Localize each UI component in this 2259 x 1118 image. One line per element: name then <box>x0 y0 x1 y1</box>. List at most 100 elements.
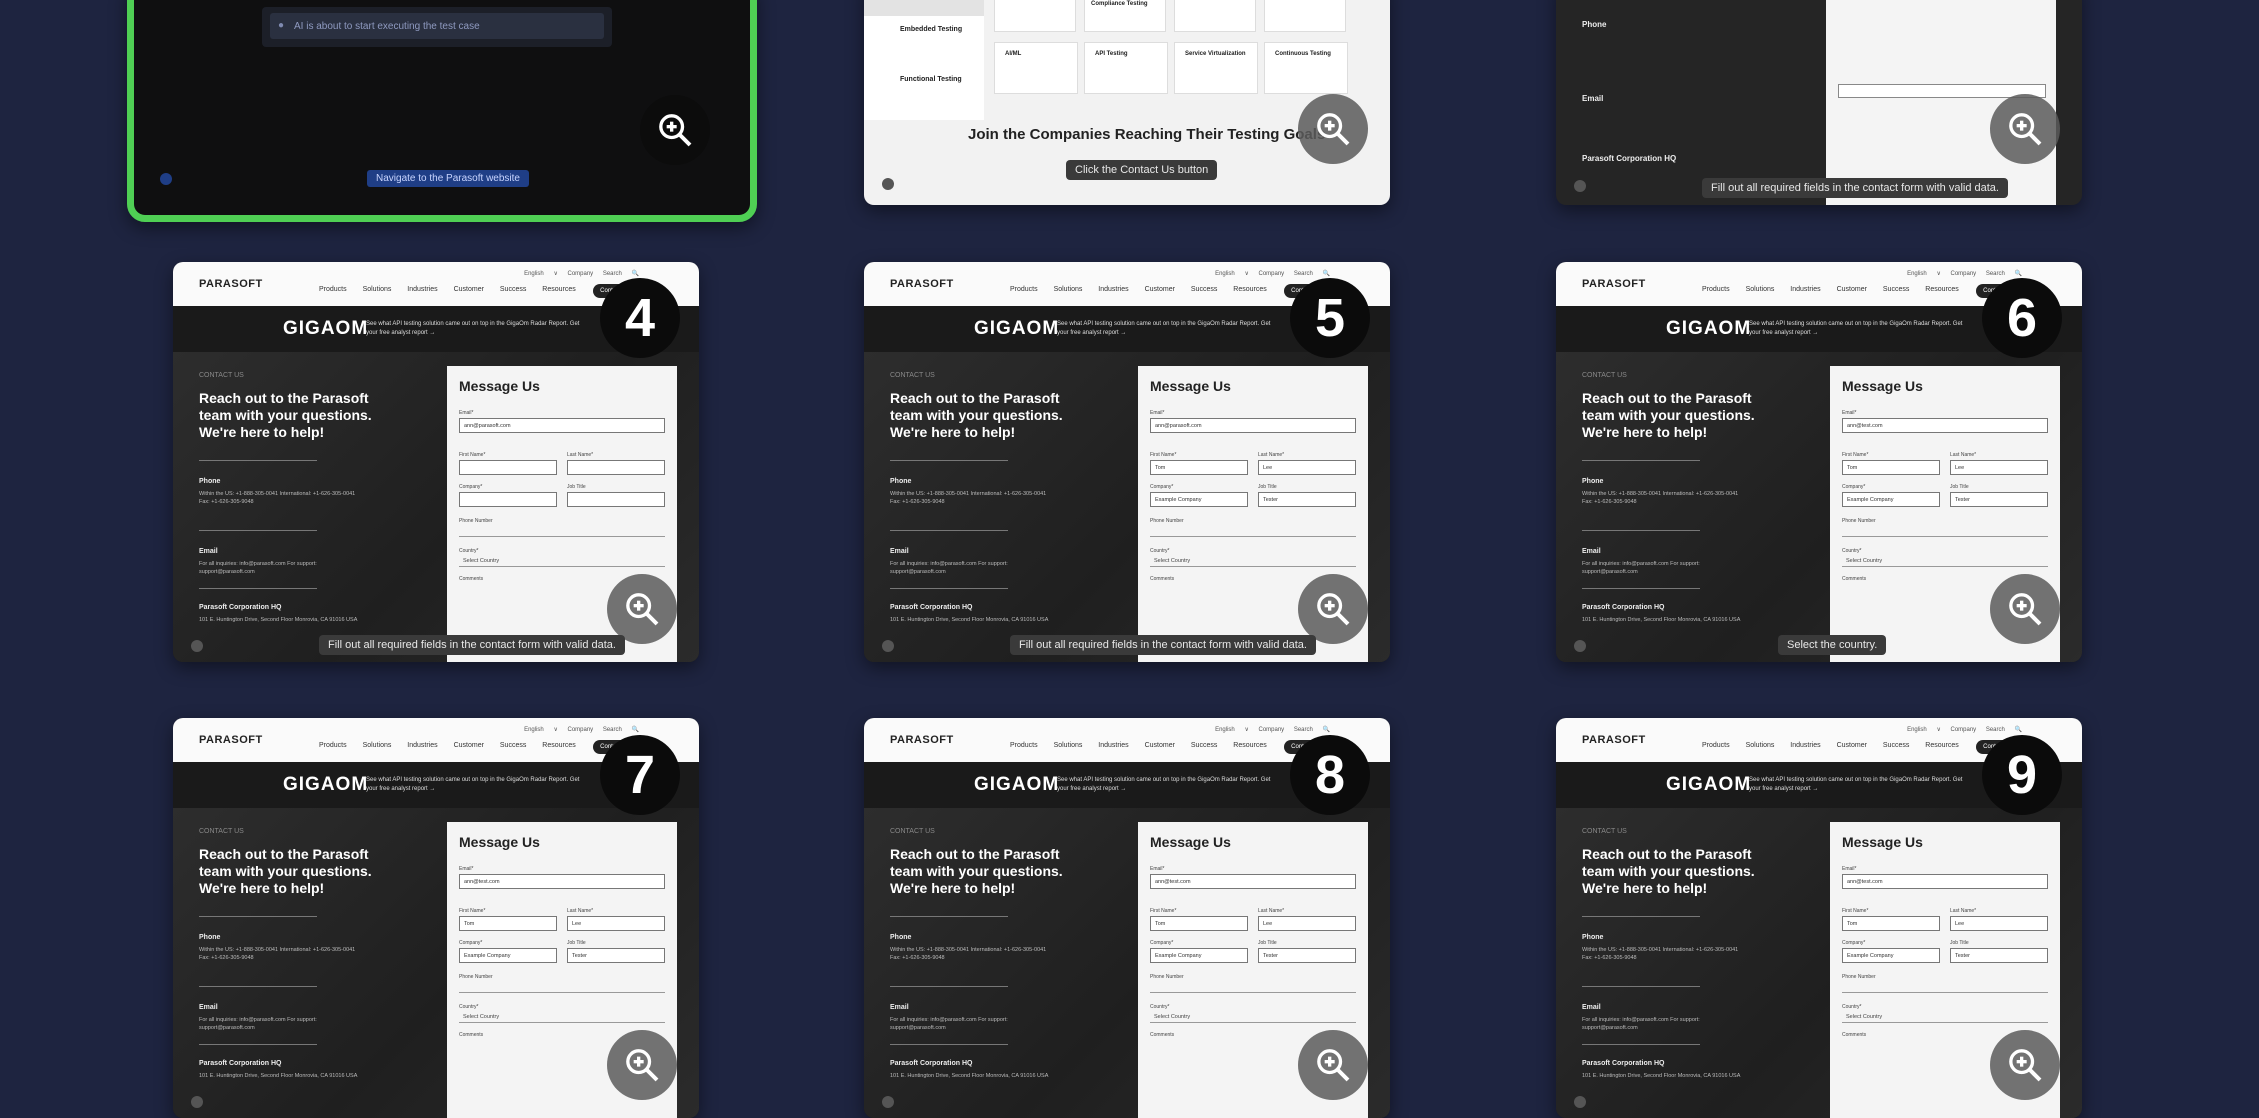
page-indicator-dot <box>191 1096 203 1108</box>
country-label: Country* <box>1150 548 1170 554</box>
zoom-button[interactable] <box>607 574 677 644</box>
email-field[interactable]: ann@parasoft.com <box>1150 418 1356 433</box>
country-underline <box>1842 1022 2048 1023</box>
promo-text: See what API testing solution came out o… <box>366 321 580 336</box>
page-kicker: CONTACT US <box>890 828 935 835</box>
page-indicator-dot <box>1574 1096 1586 1108</box>
first-name-field[interactable]: Tom <box>1842 916 1940 931</box>
utility-nav: English ∨ Company Search 🔍 <box>1215 727 1330 733</box>
hq-lines: 101 E. Huntington Drive, Second Floor Mo… <box>1582 617 1741 623</box>
zoom-button[interactable] <box>640 95 710 165</box>
company-field[interactable]: Example Company <box>1842 948 1940 963</box>
job-title-field[interactable]: Tester <box>1258 948 1356 963</box>
hq-title: Parasoft Corporation HQ <box>199 604 282 611</box>
zoom-button[interactable] <box>1298 1030 1368 1100</box>
email-field[interactable]: ann@test.com <box>1842 874 2048 889</box>
phone-number-field[interactable] <box>1150 992 1356 993</box>
last-name-field[interactable]: Lee <box>1950 916 2048 931</box>
email-label: Email* <box>1150 866 1165 872</box>
country-select[interactable]: Select Country <box>1154 558 1190 564</box>
zoom-button[interactable] <box>1990 1030 2060 1100</box>
country-label: Country* <box>459 548 479 554</box>
divider <box>199 1044 317 1045</box>
phone-number-field[interactable] <box>459 536 665 537</box>
phone-number-field[interactable] <box>1150 536 1356 537</box>
company-field[interactable]: Example Company <box>1150 948 1248 963</box>
comments-label: Comments <box>1842 576 1867 582</box>
step-number-badge: 8 <box>1290 735 1370 815</box>
first-name-field[interactable]: Tom <box>1842 460 1940 475</box>
menu-item-functional: Functional Testing <box>900 76 962 83</box>
country-underline <box>1842 566 2048 567</box>
job-title-field[interactable]: Tester <box>1258 492 1356 507</box>
main-nav: Products Solutions Industries Customer S… <box>1010 286 1267 293</box>
phone-title: Phone <box>199 934 221 941</box>
form-title: Message Us <box>1842 378 1923 394</box>
country-select[interactable]: Select Country <box>463 558 499 564</box>
last-name-label: Last Name* <box>1950 908 1977 914</box>
main-nav: Products Solutions Industries Customer S… <box>1702 742 1959 749</box>
main-nav: Products Solutions Industries Customer S… <box>319 742 576 749</box>
phone-number-field[interactable] <box>1842 992 2048 993</box>
last-name-field[interactable]: Lee <box>567 916 665 931</box>
first-name-field[interactable]: Tom <box>1150 460 1248 475</box>
job-title-label: Job Title <box>567 484 586 490</box>
zoom-button[interactable] <box>1990 574 2060 644</box>
email-lines: For all inquiries: info@parasoft.com For… <box>890 561 1008 575</box>
menu-item-embedded: Embedded Testing <box>900 26 963 33</box>
gigaom-logo: GIGAOM <box>1666 318 1752 339</box>
page-headline: Reach out to the Parasoft team with your… <box>199 846 372 896</box>
email-lines: For all inquiries: info@parasoft.com For… <box>890 1017 1008 1031</box>
tile-placeholder-b <box>1174 0 1256 32</box>
last-name-label: Last Name* <box>1950 452 1977 458</box>
company-field[interactable] <box>459 492 557 507</box>
email-field[interactable]: ann@parasoft.com <box>459 418 665 433</box>
zoom-button[interactable] <box>1298 94 1368 164</box>
page-kicker: CONTACT US <box>199 828 244 835</box>
job-title-field[interactable]: Tester <box>567 948 665 963</box>
email-field[interactable]: ann@test.com <box>459 874 665 889</box>
email-field[interactable]: ann@test.com <box>1150 874 1356 889</box>
first-name-field[interactable] <box>459 460 557 475</box>
country-underline <box>459 1022 665 1023</box>
page-kicker: CONTACT US <box>199 372 244 379</box>
first-name-field[interactable]: Tom <box>459 916 557 931</box>
divider <box>199 588 317 589</box>
job-title-field[interactable]: Tester <box>1950 948 2048 963</box>
page-indicator-dot <box>882 178 894 190</box>
step-card-2[interactable]: Embedded Testing Functional Testing Comp… <box>864 0 1390 205</box>
company-field[interactable]: Example Company <box>1842 492 1940 507</box>
promo-text: See what API testing solution came out o… <box>366 777 580 792</box>
parasoft-logo: PARASOFT <box>890 278 954 290</box>
page-kicker: CONTACT US <box>890 372 935 379</box>
country-select[interactable]: Select Country <box>1846 558 1882 564</box>
hq-title: Parasoft Corporation HQ <box>890 1060 973 1067</box>
first-name-field[interactable]: Tom <box>1150 916 1248 931</box>
company-field[interactable]: Example Company <box>459 948 557 963</box>
email-field[interactable]: ann@test.com <box>1842 418 2048 433</box>
last-name-field[interactable]: Lee <box>1950 460 2048 475</box>
divider <box>1582 460 1700 461</box>
tile-placeholder-a <box>994 0 1076 32</box>
zoom-button[interactable] <box>607 1030 677 1100</box>
step-card-3[interactable]: Phone Email Parasoft Corporation HQ Fill… <box>1556 0 2082 205</box>
phone-number-field[interactable] <box>459 992 665 993</box>
zoom-button[interactable] <box>1298 574 1368 644</box>
divider <box>199 986 317 987</box>
last-name-field[interactable] <box>567 460 665 475</box>
action-tooltip: Fill out all required fields in the cont… <box>319 635 625 655</box>
phone-number-field[interactable] <box>1842 536 2048 537</box>
page-headline: Reach out to the Parasoft team with your… <box>1582 390 1755 440</box>
company-field[interactable]: Example Company <box>1150 492 1248 507</box>
zoom-button[interactable] <box>1990 94 2060 164</box>
job-title-field[interactable] <box>567 492 665 507</box>
country-label: Country* <box>459 1004 479 1010</box>
page-indicator-dot <box>882 640 894 652</box>
email-label: Email* <box>1842 866 1857 872</box>
step-card-3-active[interactable]: ● AI is about to start executing the tes… <box>127 0 757 222</box>
job-title-field[interactable]: Tester <box>1950 492 2048 507</box>
divider <box>890 460 1008 461</box>
form-title: Message Us <box>1842 834 1923 850</box>
last-name-field[interactable]: Lee <box>1258 916 1356 931</box>
last-name-field[interactable]: Lee <box>1258 460 1356 475</box>
